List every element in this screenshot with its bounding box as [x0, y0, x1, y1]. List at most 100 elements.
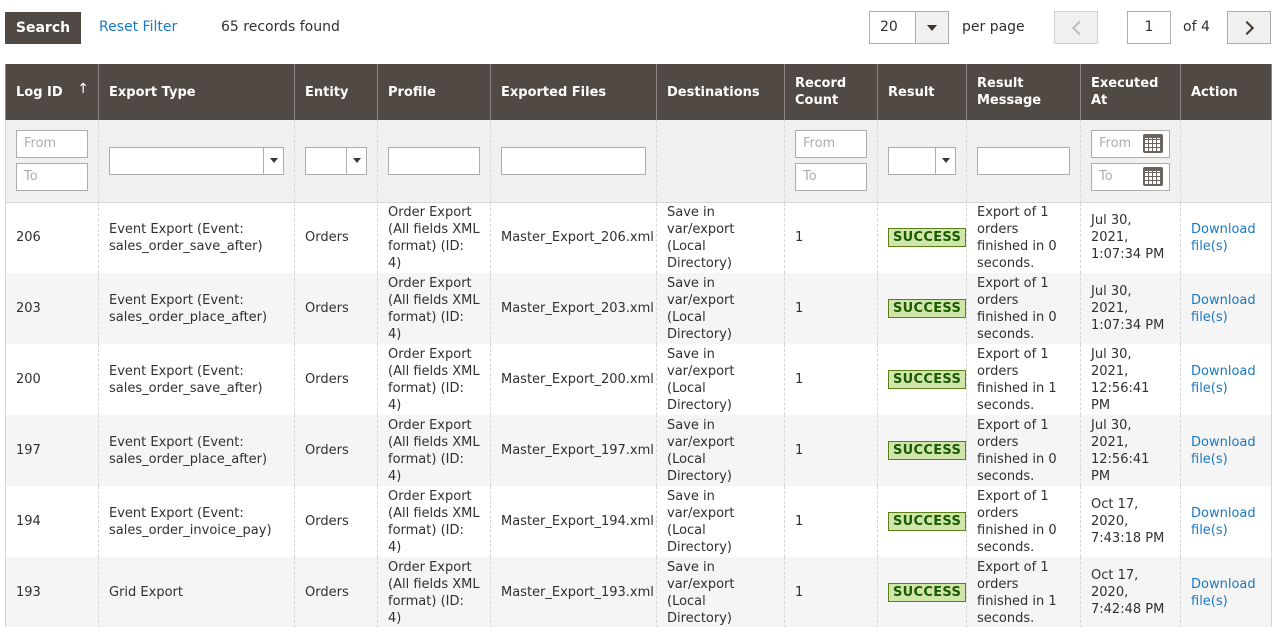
- result-cell: SUCCESS: [877, 557, 967, 627]
- executed-at-cell-text: Jul 30, 2021, 1:07:34 PM: [1091, 213, 1165, 263]
- record-count-cell: 1: [784, 557, 878, 627]
- record-count-from-input[interactable]: From: [795, 130, 867, 159]
- result-filter-select[interactable]: [888, 146, 956, 175]
- entity-filter-select[interactable]: [305, 146, 367, 175]
- log-id-cell-text: 203: [16, 301, 41, 316]
- chevron-down-icon: [941, 158, 950, 164]
- chevron-left-icon: [1071, 20, 1086, 35]
- calendar-icon[interactable]: [1143, 134, 1163, 154]
- download-files-link[interactable]: Download file(s): [1191, 222, 1256, 254]
- profile-cell: Order Export (All fields XML format) (ID…: [377, 202, 491, 273]
- column-header-label: Destinations: [667, 84, 760, 100]
- previous-page-button[interactable]: [1054, 11, 1098, 44]
- per-page-select[interactable]: 20: [869, 11, 949, 44]
- log-id-cell-text: 197: [16, 443, 41, 458]
- entity-cell: Orders: [294, 344, 378, 415]
- column-header-log-id[interactable]: Log ID ↑: [5, 64, 99, 120]
- record-count-cell: 1: [784, 202, 878, 273]
- record-count-cell-text: 1: [795, 514, 804, 529]
- per-page-dropdown-button[interactable]: [915, 12, 948, 43]
- exported-file-cell-text: Master_Export_203.xml: [501, 301, 654, 316]
- exported-file-cell: Master_Export_200.xml: [490, 344, 657, 415]
- executed-at-cell-text: Oct 17, 2020, 7:43:18 PM: [1091, 497, 1165, 546]
- exported-file-cell-text: Master_Export_206.xml: [501, 230, 654, 246]
- status-badge: SUCCESS: [888, 583, 967, 602]
- status-badge: SUCCESS: [888, 228, 967, 248]
- download-files-link[interactable]: Download file(s): [1191, 293, 1256, 325]
- export-type-cell: Grid Export: [98, 557, 295, 627]
- filter-cell-record-count: From To: [784, 120, 878, 203]
- table-row[interactable]: 203 Event Export (Event: sales_order_plac…: [5, 273, 1272, 344]
- table-row[interactable]: 206 Event Export (Event: sales_order_save…: [5, 202, 1272, 273]
- result-cell: SUCCESS: [877, 273, 967, 344]
- table-row[interactable]: 197 Event Export (Event: sales_order_plac…: [5, 415, 1272, 486]
- column-header-label: Action: [1191, 84, 1238, 100]
- column-header-executed-at[interactable]: Executed At: [1080, 64, 1181, 120]
- column-header-result[interactable]: Result: [877, 64, 967, 120]
- entity-cell-text: Orders: [305, 443, 349, 458]
- download-files-link[interactable]: Download file(s): [1191, 577, 1256, 609]
- entity-cell-text: Orders: [305, 230, 349, 246]
- destination-cell: Save in var/export (Local Directory): [656, 344, 785, 415]
- chevron-down-icon: [269, 158, 278, 164]
- result-message-cell-text: Export of 1 orders finished in 0 seconds…: [977, 275, 1057, 342]
- filter-cell-executed-at: From To: [1080, 120, 1181, 203]
- column-header-result-message[interactable]: Result Message: [966, 64, 1081, 120]
- calendar-icon[interactable]: [1143, 167, 1163, 187]
- reset-filter-link[interactable]: Reset Filter: [99, 19, 177, 35]
- page-number-input[interactable]: 1: [1127, 11, 1171, 44]
- export-type-cell-text: Event Export (Event: sales_order_save_af…: [109, 221, 263, 254]
- next-page-button[interactable]: [1227, 11, 1271, 44]
- entity-cell-text: Orders: [305, 301, 349, 316]
- column-header-label: Result: [888, 84, 935, 100]
- result-cell: SUCCESS: [877, 486, 967, 557]
- filter-cell-entity: [294, 120, 378, 203]
- log-id-cell: 193: [5, 557, 99, 627]
- table-row[interactable]: 200 Event Export (Event: sales_order_save…: [5, 344, 1272, 415]
- chevron-down-icon: [352, 158, 361, 164]
- download-files-link[interactable]: Download file(s): [1191, 364, 1256, 396]
- record-count-cell-text: 1: [795, 372, 804, 387]
- column-header-profile[interactable]: Profile: [377, 64, 491, 120]
- log-id-from-input[interactable]: From: [16, 130, 88, 159]
- exported-file-cell-text: Master_Export_200.xml: [501, 372, 654, 387]
- search-button[interactable]: Search: [5, 12, 81, 44]
- column-header-label: Record Count: [795, 76, 847, 108]
- result-message-cell: Export of 1 orders finished in 0 seconds…: [966, 415, 1081, 486]
- export-type-filter-select[interactable]: [109, 146, 284, 175]
- record-count-to-input[interactable]: To: [795, 163, 867, 192]
- result-cell: SUCCESS: [877, 202, 967, 273]
- column-header-exported-files[interactable]: Exported Files: [490, 64, 657, 120]
- profile-filter-input[interactable]: [388, 146, 480, 175]
- table-row[interactable]: 194 Event Export (Event: sales_order_invo…: [5, 486, 1272, 557]
- export-type-cell-text: Grid Export: [109, 585, 183, 600]
- download-files-link[interactable]: Download file(s): [1191, 435, 1256, 467]
- record-count-cell-text: 1: [795, 585, 804, 600]
- destination-cell-text: Save in var/export (Local Directory): [667, 204, 735, 271]
- entity-cell-text: Orders: [305, 372, 349, 387]
- download-files-link[interactable]: Download file(s): [1191, 506, 1256, 538]
- exported-file-cell: Master_Export_203.xml: [490, 273, 657, 344]
- column-header-entity[interactable]: Entity: [294, 64, 378, 120]
- export-type-cell-text: Event Export (Event: sales_order_save_af…: [109, 363, 263, 396]
- profile-cell-text: Order Export (All fields XML format) (ID…: [388, 488, 480, 555]
- filter-cell-exported-files: [490, 120, 657, 203]
- log-id-to-input[interactable]: To: [16, 163, 88, 192]
- action-cell: Download file(s): [1180, 486, 1272, 557]
- executed-at-cell-text: Oct 17, 2020, 7:42:48 PM: [1091, 568, 1165, 617]
- log-id-cell-text: 193: [16, 585, 41, 600]
- entity-cell: Orders: [294, 557, 378, 627]
- log-id-cell-text: 200: [16, 372, 41, 387]
- exported-file-cell-text: Master_Export_193.xml: [501, 585, 654, 600]
- entity-cell-text: Orders: [305, 585, 349, 600]
- destination-cell: Save in var/export (Local Directory): [656, 557, 785, 627]
- action-cell: Download file(s): [1180, 344, 1272, 415]
- exported-files-filter-input[interactable]: [501, 146, 646, 175]
- column-header-export-type[interactable]: Export Type: [98, 64, 295, 120]
- result-message-cell-text: Export of 1 orders finished in 1 seconds…: [977, 346, 1057, 413]
- column-header-destinations[interactable]: Destinations: [656, 64, 785, 120]
- log-id-cell-text: 194: [16, 514, 41, 529]
- column-header-record-count[interactable]: Record Count: [784, 64, 878, 120]
- result-message-filter-input[interactable]: [977, 146, 1070, 175]
- table-row[interactable]: 193 Grid Export Orders Order Export (All fi…: [5, 557, 1272, 627]
